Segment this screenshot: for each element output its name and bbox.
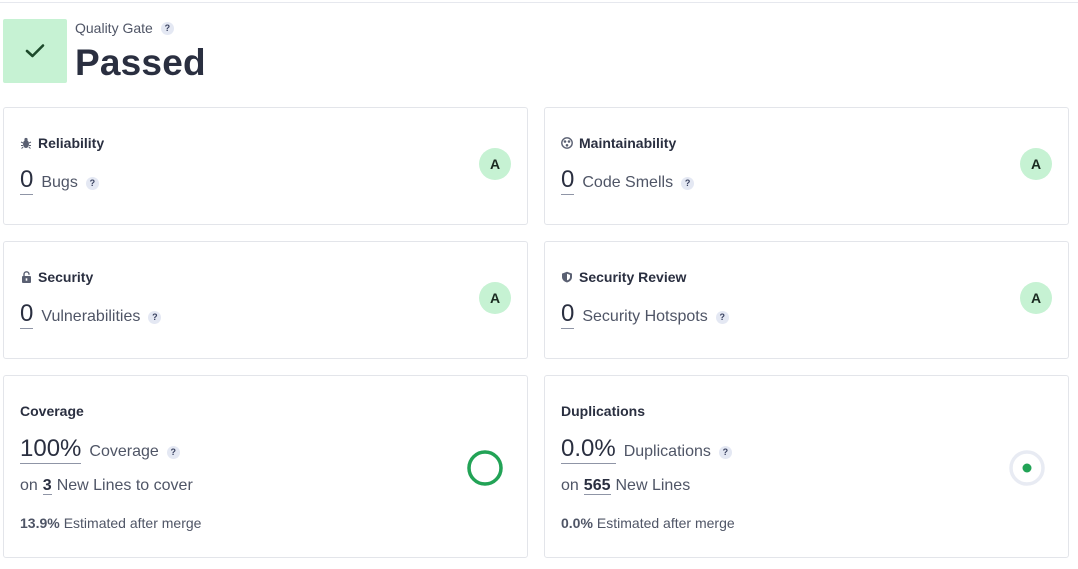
card-title: Security <box>20 269 93 285</box>
new-lines-row: on 3 New Lines to cover <box>20 477 193 495</box>
security-review-card: Security Review 0 Security Hotspots ? A <box>544 241 1069 359</box>
metric-label: Duplications ? <box>624 443 732 461</box>
help-icon[interactable]: ? <box>148 310 162 324</box>
metric-row: 0 Security Hotspots ? <box>561 302 729 329</box>
rating-badge[interactable]: A <box>1020 148 1052 180</box>
metric-label: Vulnerabilities ? <box>41 308 162 326</box>
help-icon[interactable]: ? <box>166 445 180 459</box>
coverage-donut-chart[interactable] <box>466 449 504 487</box>
metric-label-text: Bugs <box>41 174 78 191</box>
estimate-label: Estimated after merge <box>596 515 735 531</box>
metric-row: 0 Code Smells ? <box>561 168 695 195</box>
help-icon[interactable]: ? <box>681 176 695 190</box>
new-lines-row: on 565 New Lines <box>561 477 690 495</box>
card-title-text: Maintainability <box>579 135 677 151</box>
maintainability-card: Maintainability 0 Code Smells ? A <box>544 107 1069 225</box>
security-card: Security 0 Vulnerabilities ? A <box>3 241 528 359</box>
code-smells-count-link[interactable]: 0 <box>561 168 575 195</box>
sub-prefix: on <box>20 477 38 494</box>
rating-badge[interactable]: A <box>1020 282 1052 314</box>
card-title: Coverage <box>20 403 84 419</box>
metric-label: Code Smells ? <box>582 174 695 192</box>
estimate-label: Estimated after merge <box>63 515 202 531</box>
card-title: Security Review <box>561 269 686 285</box>
estimate-value: 13.9% <box>20 515 60 531</box>
card-title: Maintainability <box>561 135 676 151</box>
duplications-dot <box>1022 463 1032 473</box>
security-hotspots-count-link[interactable]: 0 <box>561 302 575 329</box>
metric-label-text: Security Hotspots <box>582 308 708 325</box>
help-icon[interactable]: ? <box>85 176 99 190</box>
coverage-ring <box>467 450 503 486</box>
sub-suffix: New Lines to cover <box>56 477 193 494</box>
duplications-card: Duplications 0.0% Duplications ? on 565 … <box>544 375 1069 558</box>
estimate-value: 0.0% <box>561 515 593 531</box>
rating-badge[interactable]: A <box>479 148 511 180</box>
card-title: Reliability <box>20 135 104 151</box>
quality-gate-label: Quality Gate ? <box>75 20 174 36</box>
metric-label-text: Vulnerabilities <box>41 308 141 325</box>
coverage-card: Coverage 100% Coverage ? on 3 New Lines … <box>3 375 528 558</box>
metric-label-text: Code Smells <box>582 174 674 191</box>
quality-gate-label-text: Quality Gate <box>75 20 153 36</box>
top-divider <box>0 2 1078 3</box>
metric-label: Bugs ? <box>41 174 99 192</box>
metric-row: 0.0% Duplications ? <box>561 437 732 464</box>
quality-gate-status-icon <box>3 19 67 83</box>
shield-icon <box>561 271 573 283</box>
card-title: Duplications <box>561 403 646 419</box>
help-icon[interactable]: ? <box>160 21 174 35</box>
bug-icon <box>20 137 32 149</box>
card-title-text: Security <box>38 269 94 285</box>
new-lines-to-cover-link[interactable]: 3 <box>42 477 52 495</box>
metric-row: 100% Coverage ? <box>20 437 180 464</box>
rating-badge[interactable]: A <box>479 282 511 314</box>
reliability-card: Reliability 0 Bugs ? A <box>3 107 528 225</box>
smell-icon <box>561 137 573 149</box>
help-icon[interactable]: ? <box>715 310 729 324</box>
bugs-count-link[interactable]: 0 <box>20 168 34 195</box>
vulnerabilities-count-link[interactable]: 0 <box>20 302 34 329</box>
new-lines-link[interactable]: 565 <box>583 477 611 495</box>
sub-suffix: New Lines <box>615 477 691 494</box>
card-title-text: Reliability <box>38 135 105 151</box>
duplications-value-link[interactable]: 0.0% <box>561 437 616 464</box>
metric-label: Coverage ? <box>89 443 180 461</box>
duplications-indicator[interactable] <box>1008 449 1046 487</box>
metric-row: 0 Vulnerabilities ? <box>20 302 162 329</box>
check-icon <box>25 44 45 58</box>
estimate-row: 0.0% Estimated after merge <box>561 515 735 531</box>
sub-prefix: on <box>561 477 579 494</box>
coverage-value-link[interactable]: 100% <box>20 437 82 464</box>
metric-label-text: Coverage <box>89 443 159 460</box>
metric-row: 0 Bugs ? <box>20 168 99 195</box>
help-icon[interactable]: ? <box>718 445 732 459</box>
metric-label-text: Duplications <box>623 443 711 460</box>
quality-gate-status: Passed <box>75 42 206 83</box>
estimate-row: 13.9% Estimated after merge <box>20 515 201 531</box>
lock-icon <box>20 271 32 283</box>
card-title-text: Security Review <box>579 269 687 285</box>
metric-label: Security Hotspots ? <box>582 308 729 326</box>
